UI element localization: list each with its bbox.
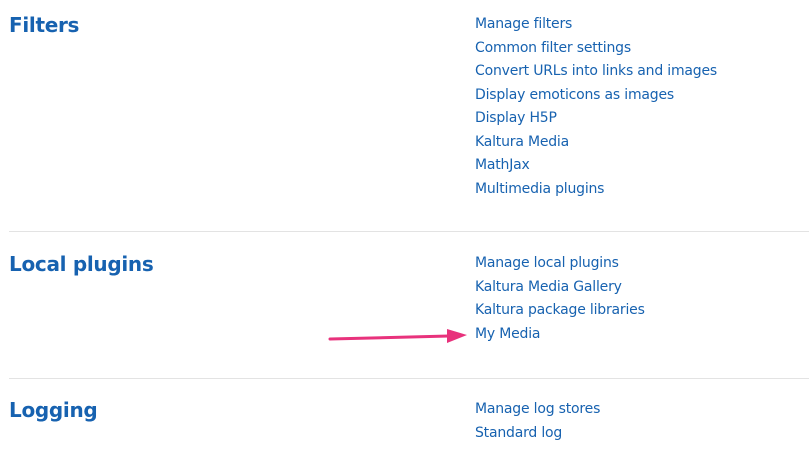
- link-kaltura-media-gallery[interactable]: Kaltura Media Gallery: [475, 279, 622, 295]
- section-title-local-plugins: Local plugins: [9, 252, 154, 276]
- link-kaltura-package-libraries[interactable]: Kaltura package libraries: [475, 302, 645, 318]
- arrow-head: [447, 329, 467, 343]
- list-item: Convert URLs into links and images: [475, 59, 717, 83]
- link-list-filters: Manage filters Common filter settings Co…: [475, 12, 717, 200]
- link-common-filter-settings[interactable]: Common filter settings: [475, 40, 631, 56]
- link-manage-local-plugins[interactable]: Manage local plugins: [475, 255, 619, 271]
- list-item: Manage local plugins: [475, 251, 645, 275]
- list-item: Common filter settings: [475, 36, 717, 60]
- link-manage-log-stores[interactable]: Manage log stores: [475, 401, 600, 417]
- list-item: MathJax: [475, 153, 717, 177]
- link-display-h5p[interactable]: Display H5P: [475, 110, 557, 126]
- link-list-local-plugins: Manage local plugins Kaltura Media Galle…: [475, 251, 645, 345]
- list-item: Manage filters: [475, 12, 717, 36]
- list-item: Multimedia plugins: [475, 177, 717, 201]
- link-kaltura-media[interactable]: Kaltura Media: [475, 134, 569, 150]
- list-item: Kaltura Media: [475, 130, 717, 154]
- section-divider: [9, 378, 809, 379]
- link-my-media[interactable]: My Media: [475, 326, 540, 342]
- section-title-filters: Filters: [9, 13, 80, 37]
- link-manage-filters[interactable]: Manage filters: [475, 16, 572, 32]
- list-item: Manage log stores: [475, 397, 600, 421]
- list-item: My Media: [475, 322, 645, 346]
- link-mathjax[interactable]: MathJax: [475, 157, 530, 173]
- link-display-emoticons[interactable]: Display emoticons as images: [475, 87, 674, 103]
- list-item: Standard log: [475, 421, 600, 445]
- list-item: Kaltura package libraries: [475, 298, 645, 322]
- link-convert-urls[interactable]: Convert URLs into links and images: [475, 63, 717, 79]
- link-list-logging: Manage log stores Standard log: [475, 397, 600, 444]
- section-divider: [9, 231, 809, 232]
- list-item: Display emoticons as images: [475, 83, 717, 107]
- list-item: Display H5P: [475, 106, 717, 130]
- arrow-shaft: [328, 334, 451, 341]
- link-multimedia-plugins[interactable]: Multimedia plugins: [475, 181, 604, 197]
- list-item: Kaltura Media Gallery: [475, 275, 645, 299]
- link-standard-log[interactable]: Standard log: [475, 425, 562, 441]
- section-title-logging: Logging: [9, 398, 98, 422]
